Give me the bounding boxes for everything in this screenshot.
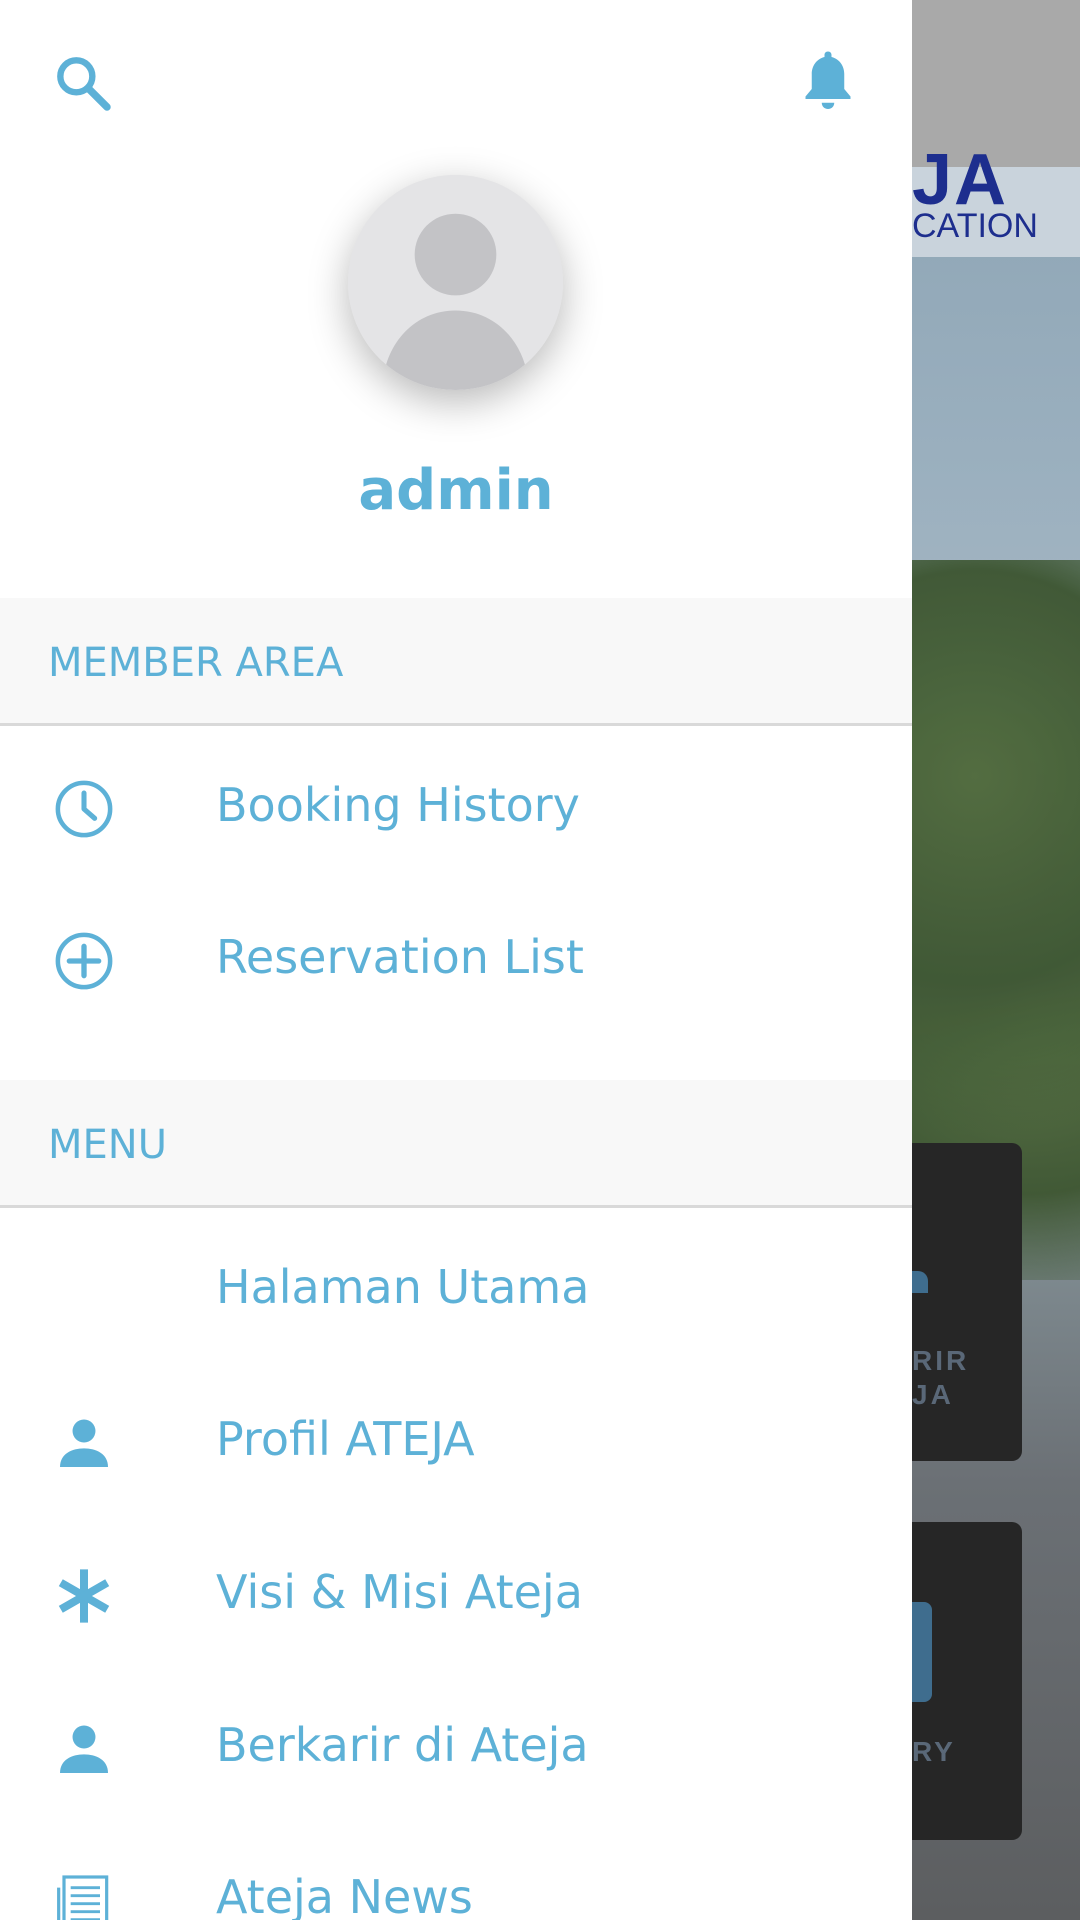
section-header-menu: MENU	[0, 1080, 912, 1208]
drawer-topbar	[0, 0, 912, 160]
menu-item-visi-misi[interactable]: Visi & Misi Ateja	[0, 1515, 912, 1665]
menu-item-reservation-list[interactable]: Reservation List	[0, 880, 912, 1030]
menu-item-booking-history[interactable]: Booking History	[0, 728, 912, 878]
bell-icon	[805, 51, 851, 109]
menu-item-label: Halaman Utama	[216, 1260, 590, 1314]
avatar[interactable]	[348, 175, 563, 390]
background-card-label: RIR	[912, 1345, 970, 1376]
username: admin	[358, 458, 554, 523]
search-icon	[57, 57, 111, 111]
menu-item-label: Reservation List	[216, 930, 584, 984]
background-card-label: RY	[912, 1736, 956, 1767]
section-title: MENU	[48, 1122, 167, 1168]
background-logo: JA CATION	[912, 140, 1080, 257]
background-card-karir[interactable]: RIR JA	[912, 1143, 1022, 1461]
menu-item-label: Ateja News	[216, 1870, 473, 1920]
notification-button[interactable]	[785, 36, 871, 122]
background-card-gallery[interactable]: RY	[912, 1522, 1022, 1840]
person-icon	[48, 1713, 120, 1785]
menu-item-profil-ateja[interactable]: Profil ATEJA	[0, 1362, 912, 1512]
menu-item-ateja-news[interactable]: Ateja News	[0, 1820, 912, 1920]
menu-item-label: Booking History	[216, 778, 580, 832]
background-card-icon	[912, 1602, 932, 1702]
user-avatar-icon	[348, 175, 563, 390]
person-icon	[48, 1407, 120, 1479]
menu-item-halaman-utama[interactable]: Halaman Utama	[0, 1210, 912, 1360]
background-logo-subtext: CATION	[912, 207, 1038, 245]
newspaper-icon	[48, 1865, 120, 1920]
menu-item-label: Visi & Misi Ateja	[216, 1565, 583, 1619]
menu-item-berkarir[interactable]: Berkarir di Ateja	[0, 1668, 912, 1818]
navigation-drawer: admin MEMBER AREA Booking History Reserv…	[0, 0, 912, 1920]
clock-icon	[48, 773, 120, 845]
section-title: MEMBER AREA	[48, 640, 344, 686]
search-button[interactable]	[40, 40, 126, 126]
section-header-member-area: MEMBER AREA	[0, 598, 912, 726]
background-card-label: JA	[912, 1379, 954, 1410]
plus-circle-icon	[48, 925, 120, 997]
menu-item-label: Profil ATEJA	[216, 1412, 475, 1466]
background-card-icon	[912, 1271, 928, 1293]
menu-item-label: Berkarir di Ateja	[216, 1718, 589, 1772]
asterisk-icon	[48, 1560, 120, 1632]
